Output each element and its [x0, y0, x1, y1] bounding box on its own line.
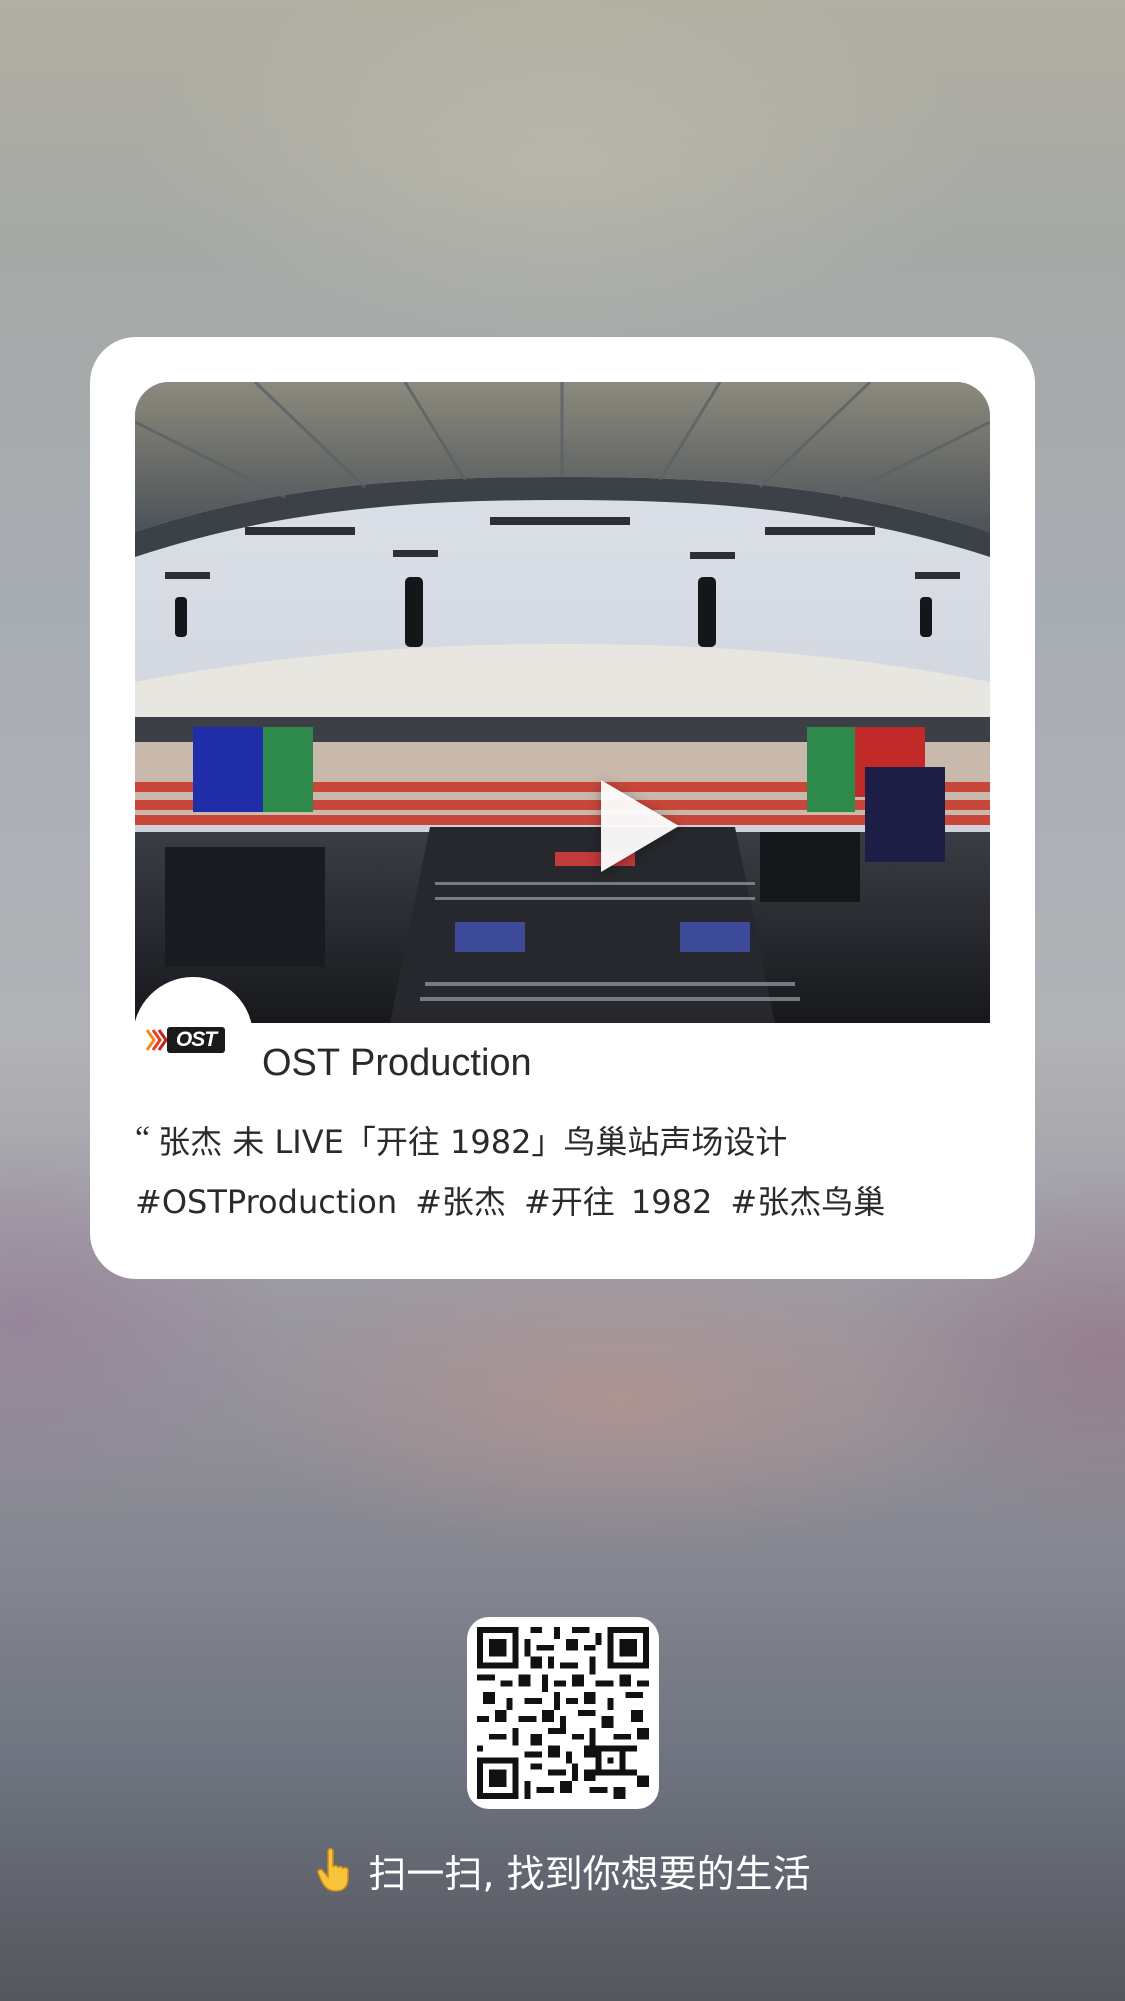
logo-chevron-icon [145, 1029, 168, 1051]
stadium-photo [135, 382, 990, 1023]
video-title-text: 张杰 未 LIVE「开往 1982」鸟巢站声场设计 [158, 1123, 788, 1161]
hashtag[interactable]: #开往 1982 [524, 1183, 712, 1221]
hashtag[interactable]: #OSTProduction [135, 1183, 397, 1221]
hashtag[interactable]: #张杰 [415, 1183, 506, 1221]
ost-logo: OST [145, 1027, 237, 1053]
scan-prompt: 扫一扫, 找到你想要的生活 [0, 1843, 1125, 1898]
video-thumbnail[interactable] [135, 382, 990, 1023]
logo-text: OST [167, 1027, 225, 1053]
play-icon[interactable] [601, 780, 679, 872]
share-poster-screen: OST OST Production “张杰 未 LIVE「开往 1982」鸟巢… [0, 0, 1125, 2001]
qr-code[interactable] [467, 1617, 659, 1809]
avatar: OST [133, 977, 253, 1097]
quote-mark: “ [135, 1120, 151, 1157]
hashtag[interactable]: #张杰鸟巢 [730, 1183, 885, 1221]
share-card[interactable]: OST OST Production “张杰 未 LIVE「开往 1982」鸟巢… [90, 337, 1035, 1279]
video-title: “张杰 未 LIVE「开往 1982」鸟巢站声场设计 [135, 1117, 787, 1163]
hashtag-list: #OSTProduction #张杰 #开往 1982 #张杰鸟巢 [135, 1177, 903, 1223]
qr-code-icon [477, 1627, 649, 1799]
account-name[interactable]: OST Production [262, 1042, 532, 1085]
pointing-hand-icon [317, 1848, 350, 1892]
scan-prompt-text: 扫一扫, 找到你想要的生活 [368, 1852, 811, 1896]
